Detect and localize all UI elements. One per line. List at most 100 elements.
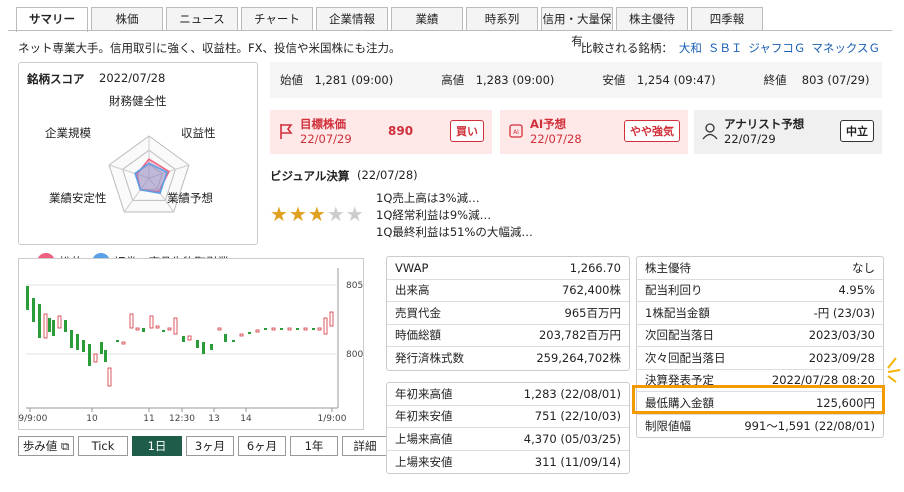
range-label-ayumi: 歩み値	[22, 439, 58, 453]
candle	[142, 328, 145, 332]
highlight-spark-icon	[887, 357, 901, 383]
table-row: 出来高 762,400株	[387, 280, 629, 302]
candle	[52, 320, 55, 336]
candle	[239, 333, 244, 337]
trade-stats-table: VWAP 1,266.70 出来高 762,400株 売買代金 965百万円 時価総額…	[386, 256, 630, 371]
range-button-tick[interactable]: Tick	[78, 436, 128, 456]
candle	[329, 311, 334, 327]
candle	[88, 344, 91, 366]
x-tick-label: 1/9:00	[318, 414, 347, 424]
stat-label: 1株配当金額	[645, 305, 710, 320]
candle	[48, 318, 51, 332]
table-row: 時価総額 203,782百万円	[387, 325, 629, 347]
ai-forecast-title: AI予想	[530, 117, 567, 131]
tab-divider	[8, 30, 892, 31]
compare-link-daiwa[interactable]: 大和	[679, 41, 702, 55]
candle	[82, 340, 85, 352]
tab-timeseries[interactable]: 時系列	[466, 7, 538, 30]
ai-forecast-date: 22/07/28	[530, 132, 582, 146]
stat-label: 上場来高値	[395, 431, 453, 446]
table-row: 年初来安値 751 (22/10/03)	[387, 406, 629, 428]
tab-shikiho[interactable]: 四季報	[691, 7, 763, 30]
table-row: 次回配当落日 2023/03/30	[637, 325, 883, 347]
stat-value: 203,782百万円	[538, 328, 621, 343]
candle	[173, 317, 178, 335]
analyst-forecast-card[interactable]: アナリスト予想 22/07/29 中立	[694, 110, 882, 154]
range-button-6month[interactable]: 6ヶ月	[238, 436, 286, 456]
candle	[57, 315, 62, 329]
score-panel: 銘柄スコア 2022/07/28 財務健全性 収益性 業績予想 業績安定性 企業…	[18, 62, 258, 271]
table-row: 売買代金 965百万円	[387, 302, 629, 325]
ai-forecast-card[interactable]: AI AI予想 22/07/28 やや強気	[500, 110, 688, 154]
stat-value: 751 (22/10/03)	[534, 409, 621, 424]
range-button-1day[interactable]: 1日	[132, 436, 182, 456]
compare-link-jafco[interactable]: ジャフコＧ	[748, 41, 805, 55]
stat-value: 2023/03/30	[808, 328, 875, 343]
tab-results[interactable]: 業績	[391, 7, 463, 30]
stat-label: VWAP	[395, 260, 429, 275]
radar-label-forecast: 業績予想	[167, 191, 213, 205]
candle	[162, 330, 165, 332]
analyst-icon	[702, 123, 718, 140]
tab-benefits[interactable]: 株主優待	[616, 7, 688, 30]
table-row: 年初来高値 1,283 (22/08/01)	[387, 383, 629, 406]
candle	[149, 315, 154, 329]
candle	[210, 344, 213, 350]
stat-value: なし	[852, 260, 875, 275]
tab-news[interactable]: ニュース	[166, 7, 238, 30]
target-price-value: 890	[388, 124, 414, 138]
star-filled-icon: ★	[270, 202, 289, 226]
compare-label: 比較される銘柄：	[580, 41, 673, 55]
stat-value: 2023/09/28	[808, 350, 875, 365]
x-tick-label: 10	[86, 414, 98, 424]
stat-label: 次々回配当落日	[645, 350, 726, 365]
table-row: 1株配当金額 -円 (23/03)	[637, 302, 883, 325]
y-tick-805: 805	[346, 281, 363, 291]
price-open: 始値 1,281 (09:00)	[280, 73, 394, 87]
x-tick-label: 11	[143, 414, 154, 424]
candle	[296, 328, 299, 330]
price-summary-row: 始値 1,281 (09:00) 高値 1,283 (09:00) 安値 1,2…	[270, 62, 882, 98]
range-button-detail[interactable]: 詳細	[342, 436, 388, 456]
stat-label: 制限値幅	[645, 418, 691, 433]
star-filled-icon: ★	[307, 202, 327, 226]
star-empty-icon: ★	[326, 202, 346, 226]
candle	[255, 329, 260, 333]
candle	[100, 342, 103, 354]
tab-price[interactable]: 株価	[91, 7, 163, 30]
tab-chart[interactable]: チャート	[241, 7, 313, 30]
x-tick-label: 14	[240, 414, 252, 424]
stat-value: 1,266.70	[569, 260, 621, 275]
candle	[32, 298, 35, 322]
visual-line-ordinary-profit: 1Q経常利益は9%減…	[376, 208, 492, 222]
analyst-forecast-badge: 中立	[840, 120, 874, 142]
compare-stocks: 比較される銘柄： 大和 ＳＢＩ ジャフコＧ マネックスＧ	[581, 40, 880, 56]
candle	[182, 336, 185, 342]
target-price-card[interactable]: 目標株価 22/07/29 890 買い	[270, 110, 492, 154]
compare-link-monex[interactable]: マネックスＧ	[811, 41, 880, 55]
target-price-title: 目標株価	[300, 117, 346, 131]
visual-results-lines[interactable]: 1Q売上高は3%減… 1Q経常利益は9%減… 1Q最終利益は51%の大幅減…	[376, 190, 533, 241]
stat-label: 売買代金	[395, 305, 441, 320]
analyst-forecast-title: アナリスト予想	[724, 117, 805, 131]
candle	[104, 350, 107, 362]
target-price-badge: 買い	[450, 120, 484, 142]
radar-label-scale: 企業規模	[45, 126, 91, 140]
stat-label: 次回配当落日	[645, 328, 714, 343]
tab-company[interactable]: 企業情報	[316, 7, 388, 30]
stat-label: 上場来安値	[395, 454, 453, 469]
y-tick-800: 800	[346, 350, 363, 360]
stat-value: 991～1,591 (22/08/01)	[744, 418, 875, 433]
radar-label-profit: 収益性	[181, 126, 216, 140]
range-button-1year[interactable]: 1年	[290, 436, 338, 456]
range-button-3month[interactable]: 3ヶ月	[186, 436, 234, 456]
range-button-ayumi[interactable]: 歩み値 ⧉	[18, 436, 74, 456]
candle	[129, 313, 134, 329]
candle	[202, 342, 205, 354]
tab-summary[interactable]: サマリー	[16, 7, 88, 32]
tab-margin[interactable]: 信用・大量保有	[541, 7, 613, 48]
intraday-chart: 805 800 29/9:00 10 11 12:30 13 14 1/9:00	[18, 258, 364, 430]
x-tick-label: 12:30	[169, 414, 195, 424]
visual-results-date: (22/07/28)	[357, 168, 418, 182]
compare-link-sbi[interactable]: ＳＢＩ	[708, 41, 743, 55]
